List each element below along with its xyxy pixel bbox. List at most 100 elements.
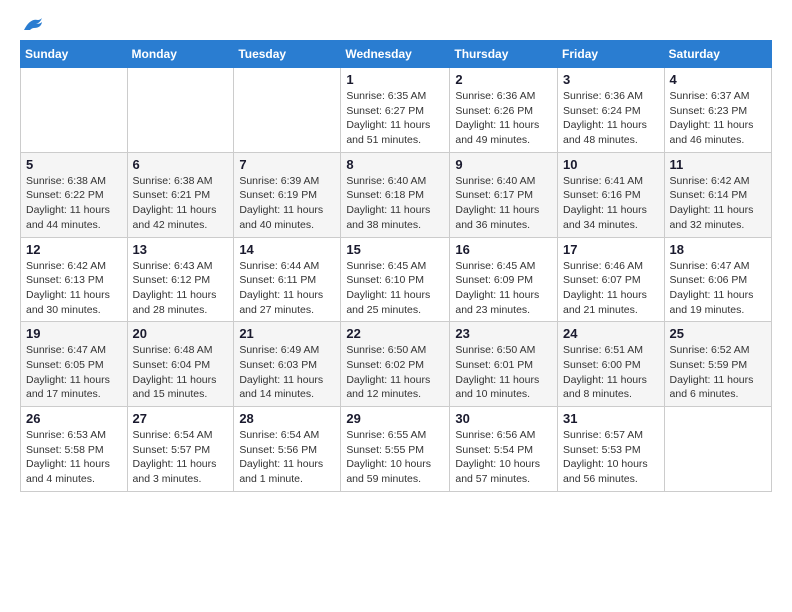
- day-number: 28: [239, 411, 335, 426]
- calendar-week-row: 1 Sunrise: 6:35 AMSunset: 6:27 PMDaylight…: [21, 68, 772, 153]
- day-info: Sunrise: 6:41 AMSunset: 6:16 PMDaylight:…: [563, 174, 659, 233]
- day-info: Sunrise: 6:55 AMSunset: 5:55 PMDaylight:…: [346, 428, 444, 487]
- calendar-cell: 21 Sunrise: 6:49 AMSunset: 6:03 PMDayligh…: [234, 322, 341, 407]
- day-number: 3: [563, 72, 659, 87]
- weekday-header: Wednesday: [341, 41, 450, 68]
- day-number: 23: [455, 326, 552, 341]
- day-number: 6: [133, 157, 229, 172]
- day-number: 21: [239, 326, 335, 341]
- day-info: Sunrise: 6:38 AMSunset: 6:22 PMDaylight:…: [26, 174, 122, 233]
- day-info: Sunrise: 6:47 AMSunset: 6:06 PMDaylight:…: [670, 259, 766, 318]
- day-number: 27: [133, 411, 229, 426]
- day-number: 18: [670, 242, 766, 257]
- day-number: 31: [563, 411, 659, 426]
- day-info: Sunrise: 6:35 AMSunset: 6:27 PMDaylight:…: [346, 89, 444, 148]
- day-info: Sunrise: 6:44 AMSunset: 6:11 PMDaylight:…: [239, 259, 335, 318]
- calendar-table: SundayMondayTuesdayWednesdayThursdayFrid…: [20, 40, 772, 492]
- day-number: 15: [346, 242, 444, 257]
- day-number: 30: [455, 411, 552, 426]
- calendar-week-row: 5 Sunrise: 6:38 AMSunset: 6:22 PMDaylight…: [21, 152, 772, 237]
- calendar-cell: 10 Sunrise: 6:41 AMSunset: 6:16 PMDayligh…: [558, 152, 665, 237]
- day-info: Sunrise: 6:49 AMSunset: 6:03 PMDaylight:…: [239, 343, 335, 402]
- day-number: 14: [239, 242, 335, 257]
- day-info: Sunrise: 6:36 AMSunset: 6:24 PMDaylight:…: [563, 89, 659, 148]
- day-number: 20: [133, 326, 229, 341]
- calendar-week-row: 26 Sunrise: 6:53 AMSunset: 5:58 PMDayligh…: [21, 407, 772, 492]
- calendar-week-row: 12Sunrise: 6:42 AMSunset: 6:13 PMDayligh…: [21, 237, 772, 322]
- calendar-cell: 8 Sunrise: 6:40 AMSunset: 6:18 PMDaylight…: [341, 152, 450, 237]
- header: [20, 16, 772, 30]
- calendar-cell: [21, 68, 128, 153]
- day-number: 25: [670, 326, 766, 341]
- weekday-header: Sunday: [21, 41, 128, 68]
- day-info: Sunrise: 6:45 AMSunset: 6:10 PMDaylight:…: [346, 259, 444, 318]
- calendar-cell: 29 Sunrise: 6:55 AMSunset: 5:55 PMDayligh…: [341, 407, 450, 492]
- page: SundayMondayTuesdayWednesdayThursdayFrid…: [0, 0, 792, 612]
- day-number: 7: [239, 157, 335, 172]
- calendar-cell: 11 Sunrise: 6:42 AMSunset: 6:14 PMDayligh…: [664, 152, 771, 237]
- calendar-cell: [664, 407, 771, 492]
- day-number: 2: [455, 72, 552, 87]
- calendar-cell: 15 Sunrise: 6:45 AMSunset: 6:10 PMDayligh…: [341, 237, 450, 322]
- day-number: 26: [26, 411, 122, 426]
- day-number: 22: [346, 326, 444, 341]
- day-number: 17: [563, 242, 659, 257]
- calendar-cell: 17Sunrise: 6:46 AMSunset: 6:07 PMDayligh…: [558, 237, 665, 322]
- day-number: 29: [346, 411, 444, 426]
- day-info: Sunrise: 6:48 AMSunset: 6:04 PMDaylight:…: [133, 343, 229, 402]
- calendar-cell: 5 Sunrise: 6:38 AMSunset: 6:22 PMDaylight…: [21, 152, 128, 237]
- calendar-cell: [234, 68, 341, 153]
- day-number: 1: [346, 72, 444, 87]
- day-number: 19: [26, 326, 122, 341]
- calendar-cell: 23 Sunrise: 6:50 AMSunset: 6:01 PMDayligh…: [450, 322, 558, 407]
- calendar-cell: 3 Sunrise: 6:36 AMSunset: 6:24 PMDaylight…: [558, 68, 665, 153]
- day-info: Sunrise: 6:43 AMSunset: 6:12 PMDaylight:…: [133, 259, 229, 318]
- calendar-cell: 13 Sunrise: 6:43 AMSunset: 6:12 PMDayligh…: [127, 237, 234, 322]
- day-number: 5: [26, 157, 122, 172]
- weekday-header: Saturday: [664, 41, 771, 68]
- calendar-cell: 6 Sunrise: 6:38 AMSunset: 6:21 PMDaylight…: [127, 152, 234, 237]
- day-number: 24: [563, 326, 659, 341]
- weekday-header: Monday: [127, 41, 234, 68]
- day-info: Sunrise: 6:50 AMSunset: 6:02 PMDaylight:…: [346, 343, 444, 402]
- day-info: Sunrise: 6:50 AMSunset: 6:01 PMDaylight:…: [455, 343, 552, 402]
- calendar-cell: 26 Sunrise: 6:53 AMSunset: 5:58 PMDayligh…: [21, 407, 128, 492]
- day-number: 10: [563, 157, 659, 172]
- calendar-cell: 20 Sunrise: 6:48 AMSunset: 6:04 PMDayligh…: [127, 322, 234, 407]
- day-number: 13: [133, 242, 229, 257]
- calendar-cell: 27 Sunrise: 6:54 AMSunset: 5:57 PMDayligh…: [127, 407, 234, 492]
- day-info: Sunrise: 6:45 AMSunset: 6:09 PMDaylight:…: [455, 259, 552, 318]
- day-number: 4: [670, 72, 766, 87]
- calendar-cell: [127, 68, 234, 153]
- day-number: 12: [26, 242, 122, 257]
- day-info: Sunrise: 6:38 AMSunset: 6:21 PMDaylight:…: [133, 174, 229, 233]
- day-info: Sunrise: 6:54 AMSunset: 5:56 PMDaylight:…: [239, 428, 335, 487]
- calendar-cell: 7 Sunrise: 6:39 AMSunset: 6:19 PMDaylight…: [234, 152, 341, 237]
- day-info: Sunrise: 6:52 AMSunset: 5:59 PMDaylight:…: [670, 343, 766, 402]
- calendar-cell: 19Sunrise: 6:47 AMSunset: 6:05 PMDayligh…: [21, 322, 128, 407]
- logo: [20, 16, 44, 30]
- day-info: Sunrise: 6:53 AMSunset: 5:58 PMDaylight:…: [26, 428, 122, 487]
- day-info: Sunrise: 6:40 AMSunset: 6:18 PMDaylight:…: [346, 174, 444, 233]
- weekday-header: Friday: [558, 41, 665, 68]
- day-info: Sunrise: 6:54 AMSunset: 5:57 PMDaylight:…: [133, 428, 229, 487]
- day-number: 11: [670, 157, 766, 172]
- day-info: Sunrise: 6:37 AMSunset: 6:23 PMDaylight:…: [670, 89, 766, 148]
- calendar-cell: 16Sunrise: 6:45 AMSunset: 6:09 PMDayligh…: [450, 237, 558, 322]
- day-info: Sunrise: 6:39 AMSunset: 6:19 PMDaylight:…: [239, 174, 335, 233]
- day-info: Sunrise: 6:42 AMSunset: 6:14 PMDaylight:…: [670, 174, 766, 233]
- day-info: Sunrise: 6:57 AMSunset: 5:53 PMDaylight:…: [563, 428, 659, 487]
- day-info: Sunrise: 6:51 AMSunset: 6:00 PMDaylight:…: [563, 343, 659, 402]
- calendar-cell: 31 Sunrise: 6:57 AMSunset: 5:53 PMDayligh…: [558, 407, 665, 492]
- calendar-cell: 12Sunrise: 6:42 AMSunset: 6:13 PMDayligh…: [21, 237, 128, 322]
- day-info: Sunrise: 6:56 AMSunset: 5:54 PMDaylight:…: [455, 428, 552, 487]
- day-number: 9: [455, 157, 552, 172]
- day-number: 8: [346, 157, 444, 172]
- calendar-cell: 28 Sunrise: 6:54 AMSunset: 5:56 PMDayligh…: [234, 407, 341, 492]
- calendar-cell: 30 Sunrise: 6:56 AMSunset: 5:54 PMDayligh…: [450, 407, 558, 492]
- calendar-week-row: 19Sunrise: 6:47 AMSunset: 6:05 PMDayligh…: [21, 322, 772, 407]
- logo-bird-icon: [22, 16, 44, 34]
- calendar-cell: 4 Sunrise: 6:37 AMSunset: 6:23 PMDaylight…: [664, 68, 771, 153]
- calendar-cell: 24 Sunrise: 6:51 AMSunset: 6:00 PMDayligh…: [558, 322, 665, 407]
- calendar-cell: 22 Sunrise: 6:50 AMSunset: 6:02 PMDayligh…: [341, 322, 450, 407]
